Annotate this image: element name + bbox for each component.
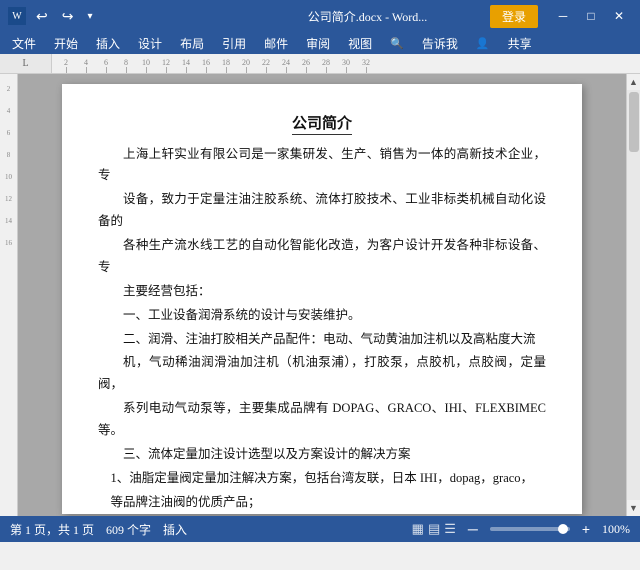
zoom-out-button[interactable]: ─: [464, 519, 482, 539]
ruler-left-16: 16: [0, 232, 17, 254]
scrollbar-vertical[interactable]: ▲ ▼: [626, 74, 640, 516]
menu-share[interactable]: 共享: [500, 33, 540, 54]
ruler-mark-26: 26: [296, 58, 316, 73]
minimize-button[interactable]: ─: [550, 5, 576, 27]
menu-references[interactable]: 引用: [214, 33, 254, 54]
doc-para-8: 系列电动气动泵等，主要集成品牌有 DOPAG、GRACO、IHI、FLEXBIM…: [98, 398, 546, 442]
window-controls: ─ □ ✕: [550, 5, 632, 27]
zoom-percent: 100%: [602, 522, 630, 537]
ruler-marks: 2 4 6 8 10 12 14 16 18 20 22 24 26 28 30…: [52, 54, 640, 73]
doc-title: 公司简介: [292, 116, 352, 135]
ruler-top-container: L 2 4 6 8 10 12 14 16 18 20 22 24 26 28 …: [0, 54, 640, 74]
close-button[interactable]: ✕: [606, 5, 632, 27]
doc-para-4: 主要经营包括：: [98, 281, 546, 303]
doc-para-5: 一、工业设备润滑系统的设计与安装维护。: [98, 305, 546, 327]
title-bar: W ↩ ↪ ▾ 公司简介.docx - Word... 登录 ─ □ ✕: [0, 0, 640, 32]
word-count: 609 个字: [106, 521, 151, 538]
ruler-left-2: 2: [0, 78, 17, 100]
menu-tell-me[interactable]: 告诉我: [414, 33, 466, 54]
undo-button[interactable]: ↩: [32, 6, 52, 27]
view-web-icon[interactable]: ▤: [428, 521, 440, 537]
ruler-mark-28: 28: [316, 58, 336, 73]
ruler-mark-8: 8: [116, 58, 136, 73]
ruler-mark-24: 24: [276, 58, 296, 73]
menu-file[interactable]: 文件: [4, 33, 44, 54]
edit-mode[interactable]: 插入: [163, 521, 187, 538]
doc-para-12: 2、自主开发 PLC 控制型数显预设定量注脂机、注油机 ；: [111, 516, 547, 517]
ruler-left-14: 14: [0, 210, 17, 232]
ruler-mark-18: 18: [216, 58, 236, 73]
ruler-mark-32: 32: [356, 58, 376, 73]
ruler-left-10: 10: [0, 166, 17, 188]
menu-insert[interactable]: 插入: [88, 33, 128, 54]
ruler-left: 2 4 6 8 10 12 14 16: [0, 74, 18, 516]
zoom-slider[interactable]: [490, 527, 570, 531]
document-page[interactable]: 公司简介 上海上轩实业有限公司是一家集研发、生产、销售为一体的高新技术企业，专 …: [62, 84, 582, 514]
ruler-left-8: 8: [0, 144, 17, 166]
app-icon: W: [8, 7, 26, 25]
ruler-mark-20: 20: [236, 58, 256, 73]
menu-layout[interactable]: 布局: [172, 33, 212, 54]
ruler-mark-6: 6: [96, 58, 116, 73]
doc-para-1: 上海上轩实业有限公司是一家集研发、生产、销售为一体的高新技术企业，专: [98, 144, 546, 188]
ruler-mark-10: 10: [136, 58, 156, 73]
ruler-mark-22: 22: [256, 58, 276, 73]
ruler-mark-30: 30: [336, 58, 356, 73]
menu-search-icon[interactable]: 🔍: [382, 35, 412, 52]
status-right: ▦ ▤ ☰ ─ + 100%: [412, 519, 630, 539]
login-button[interactable]: 登录: [490, 5, 538, 28]
doc-para-3: 各种生产流水线工艺的自动化智能化改造，为客户设计开发各种非标设备、专: [98, 235, 546, 279]
doc-para-11: 等品牌注油阀的优质产品；: [111, 492, 547, 514]
doc-para-6: 二、润滑、注油打胶相关产品配件：电动、气动黄油加注机以及高粘度大流: [98, 329, 546, 351]
document-scroll-area[interactable]: 公司简介 上海上轩实业有限公司是一家集研发、生产、销售为一体的高新技术企业，专 …: [18, 74, 626, 516]
menu-design[interactable]: 设计: [130, 33, 170, 54]
scroll-thumb[interactable]: [629, 92, 639, 152]
menu-view[interactable]: 视图: [340, 33, 380, 54]
document-title: 公司简介.docx - Word...: [249, 8, 486, 25]
view-icons: ▦ ▤ ☰: [412, 521, 456, 537]
doc-para-10: 1、油脂定量阀定量加注解决方案，包括台湾友联，日本 IHI，dopag，grac…: [111, 468, 547, 490]
doc-title-wrapper: 公司简介: [98, 112, 546, 138]
ruler-left-6: 6: [0, 122, 17, 144]
maximize-button[interactable]: □: [578, 5, 604, 27]
customize-button[interactable]: ▾: [83, 9, 96, 24]
ruler-mark-16: 16: [196, 58, 216, 73]
doc-content[interactable]: 上海上轩实业有限公司是一家集研发、生产、销售为一体的高新技术企业，专 设备，致力…: [98, 144, 546, 517]
main-area: 2 4 6 8 10 12 14 16 公司简介 上海上轩实业有限公司是一家集研…: [0, 74, 640, 516]
ruler-left-12: 12: [0, 188, 17, 210]
status-bar: 第 1 页，共 1 页 609 个字 插入 ▦ ▤ ☰ ─ + 100%: [0, 516, 640, 542]
title-bar-left: W ↩ ↪ ▾: [8, 6, 245, 27]
ruler-corner: L: [0, 54, 52, 74]
page-info: 第 1 页，共 1 页: [10, 521, 94, 538]
view-outline-icon[interactable]: ☰: [444, 521, 456, 537]
doc-para-7: 机，气动稀油润滑油加注机（机油泵浦），打胶泵，点胶机，点胶阀，定量阀，: [98, 352, 546, 396]
menu-mailings[interactable]: 邮件: [256, 33, 296, 54]
ruler-mark-14: 14: [176, 58, 196, 73]
menu-review[interactable]: 审阅: [298, 33, 338, 54]
scroll-down-button[interactable]: ▼: [627, 500, 640, 516]
redo-button[interactable]: ↪: [58, 6, 78, 27]
doc-para-9: 三、流体定量加注设计选型以及方案设计的解决方案: [98, 444, 546, 466]
menu-share-icon[interactable]: 👤: [468, 35, 498, 52]
menu-bar: 文件 开始 插入 设计 布局 引用 邮件 审阅 视图 🔍 告诉我 👤 共享: [0, 32, 640, 54]
view-print-icon[interactable]: ▦: [412, 521, 424, 537]
document-container: 公司简介 上海上轩实业有限公司是一家集研发、生产、销售为一体的高新技术企业，专 …: [18, 74, 626, 516]
ruler-top: 2 4 6 8 10 12 14 16 18 20 22 24 26 28 30…: [52, 54, 640, 74]
ruler-mark-12: 12: [156, 58, 176, 73]
menu-home[interactable]: 开始: [46, 33, 86, 54]
zoom-slider-thumb[interactable]: [558, 524, 568, 534]
zoom-in-button[interactable]: +: [578, 519, 594, 539]
ruler-mark-2: 2: [56, 58, 76, 73]
ruler-mark-4: 4: [76, 58, 96, 73]
scroll-up-button[interactable]: ▲: [627, 74, 640, 90]
doc-para-2: 设备，致力于定量注油注胶系统、流体打胶技术、工业非标类机械自动化设备的: [98, 189, 546, 233]
ruler-left-4: 4: [0, 100, 17, 122]
scroll-track[interactable]: [627, 90, 640, 500]
